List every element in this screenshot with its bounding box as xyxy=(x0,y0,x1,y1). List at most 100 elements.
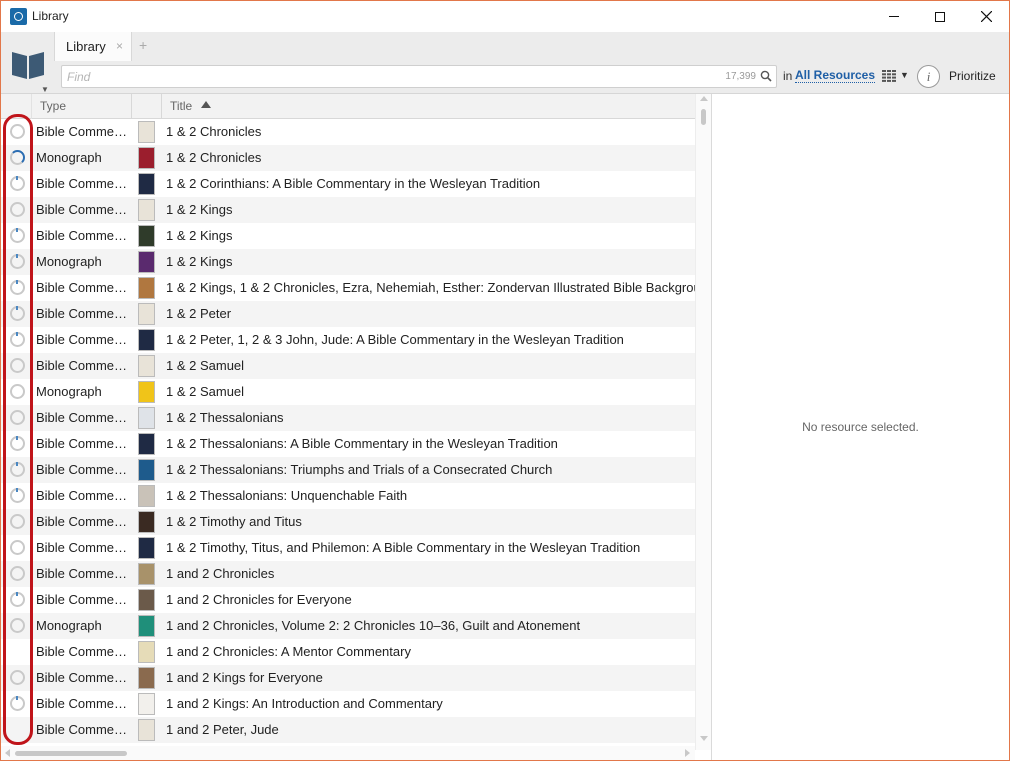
search-icon[interactable] xyxy=(760,70,772,82)
column-divider[interactable] xyxy=(161,94,162,119)
view-options-icon[interactable] xyxy=(882,70,896,82)
table-row[interactable]: Bible Comme… 1 & 2 Kings xyxy=(1,197,695,223)
tab-library[interactable]: Library × xyxy=(54,32,132,61)
type-cell: Bible Comme… xyxy=(36,566,128,581)
search-field[interactable]: 17,399 xyxy=(61,65,777,88)
table-row[interactable]: Bible Comme… 1 and 2 Kings for Everyone xyxy=(1,665,695,691)
type-cell: Bible Comme… xyxy=(36,488,128,503)
table-row[interactable]: Bible Comme… 1 & 2 Thessalonians: Triumph… xyxy=(1,457,695,483)
title-cell: 1 & 2 Kings, 1 & 2 Chronicles, Ezra, Neh… xyxy=(166,280,695,295)
close-icon xyxy=(980,11,992,22)
book-cover-thumbnail xyxy=(138,329,155,351)
table-row[interactable]: Bible Comme… 1 & 2 Thessalonians: Unquenc… xyxy=(1,483,695,509)
table-row[interactable]: Bible Comme… 1 & 2 Corinthians: A Bible C… xyxy=(1,171,695,197)
table-row[interactable]: Bible Comme… 1 & 2 Thessalonians xyxy=(1,405,695,431)
book-cover-thumbnail xyxy=(138,121,155,143)
title-cell: 1 and 2 Kings: An Introduction and Comme… xyxy=(166,696,443,711)
book-cover-thumbnail xyxy=(138,485,155,507)
column-divider[interactable] xyxy=(131,94,132,119)
book-cover-thumbnail xyxy=(138,381,155,403)
book-cover-thumbnail xyxy=(138,459,155,481)
search-input[interactable] xyxy=(67,68,707,86)
maximize-icon xyxy=(935,11,945,22)
minimize-icon xyxy=(889,16,899,17)
type-cell: Monograph xyxy=(36,150,102,165)
table-row[interactable]: Bible Comme… 1 and 2 Chronicles xyxy=(1,561,695,587)
book-cover-thumbnail xyxy=(138,355,155,377)
table-row[interactable]: Bible Comme… 1 & 2 Peter xyxy=(1,301,695,327)
title-cell: 1 & 2 Peter xyxy=(166,306,232,321)
vertical-scrollbar[interactable] xyxy=(695,94,711,750)
status-column-highlight xyxy=(3,114,33,745)
title-cell: 1 & 2 Kings xyxy=(166,254,233,269)
scroll-up-icon[interactable] xyxy=(700,96,708,101)
add-tab-button[interactable]: + xyxy=(139,37,147,53)
table-row[interactable]: Monograph 1 and 2 Chronicles, Volume 2: 2… xyxy=(1,613,695,639)
type-cell: Bible Comme… xyxy=(36,514,128,529)
table-row[interactable]: Monograph 1 & 2 Kings xyxy=(1,249,695,275)
table-row[interactable]: Bible Comme… 1 and 2 Chronicles: A Mentor… xyxy=(1,639,695,665)
table-row[interactable]: Bible Comme… 1 & 2 Chronicles xyxy=(1,119,695,145)
chevron-down-icon[interactable]: ▼ xyxy=(41,85,49,94)
column-header-type[interactable]: Type xyxy=(40,99,66,113)
table-row[interactable]: Monograph 1 & 2 Chronicles xyxy=(1,145,695,171)
minimize-button[interactable] xyxy=(871,1,917,32)
table-row[interactable]: Bible Comme… 1 & 2 Timothy and Titus xyxy=(1,509,695,535)
type-cell: Bible Comme… xyxy=(36,436,128,451)
scrollbar-thumb[interactable] xyxy=(15,751,127,756)
title-cell: 1 & 2 Thessalonians: Unquenchable Faith xyxy=(166,488,408,503)
empty-detail-message: No resource selected. xyxy=(802,420,919,434)
type-cell: Bible Comme… xyxy=(36,332,128,347)
type-cell: Bible Comme… xyxy=(36,202,128,217)
tab-strip: ▼ Library × + 17,399 in All Resources ▼ … xyxy=(1,32,1009,94)
table-row[interactable]: Bible Comme… 1 and 2 Kings: An Introducti… xyxy=(1,691,695,717)
library-book-icon[interactable] xyxy=(11,47,45,81)
title-cell: 1 & 2 Chronicles xyxy=(166,124,262,139)
book-cover-thumbnail xyxy=(138,251,155,273)
table-row[interactable]: Bible Comme… 1 and 2 Chronicles for Every… xyxy=(1,587,695,613)
prioritize-button[interactable]: Prioritize xyxy=(949,69,996,83)
book-cover-thumbnail xyxy=(138,641,155,663)
table-row[interactable]: Bible Comme… 1 and 2 Peter, Jude xyxy=(1,717,695,743)
type-cell: Monograph xyxy=(36,618,102,633)
table-row[interactable]: Bible Comme… 1 & 2 Peter, 1, 2 & 3 John, … xyxy=(1,327,695,353)
table-row[interactable]: Bible Comme… 1 & 2 Timothy, Titus, and Ph… xyxy=(1,535,695,561)
type-cell: Monograph xyxy=(36,254,102,269)
title-cell: 1 and 2 Chronicles, Volume 2: 2 Chronicl… xyxy=(166,618,581,633)
table-row[interactable]: Monograph 1 & 2 Samuel xyxy=(1,379,695,405)
maximize-button[interactable] xyxy=(917,1,963,32)
type-cell: Bible Comme… xyxy=(36,176,128,191)
view-options-chevron-icon[interactable]: ▼ xyxy=(900,70,909,80)
book-cover-thumbnail xyxy=(138,563,155,585)
type-cell: Bible Comme… xyxy=(36,358,128,373)
scroll-down-icon[interactable] xyxy=(700,736,708,741)
close-tab-icon[interactable]: × xyxy=(116,39,123,53)
info-button[interactable]: i xyxy=(917,65,940,88)
library-window: Library ▼ Library × + 17,399 in All Reso… xyxy=(0,0,1010,761)
title-cell: 1 & 2 Peter, 1, 2 & 3 John, Jude: A Bibl… xyxy=(166,332,624,347)
column-header-title[interactable]: Title xyxy=(170,99,192,113)
scope-selector[interactable]: All Resources xyxy=(795,69,876,83)
book-cover-thumbnail xyxy=(138,173,155,195)
scope-prefix: in xyxy=(783,69,793,83)
table-row[interactable]: Bible Comme… 1 & 2 Kings xyxy=(1,223,695,249)
result-count: 17,399 xyxy=(725,71,756,82)
title-cell: 1 & 2 Thessalonians xyxy=(166,410,284,425)
title-cell: 1 and 2 Chronicles for Everyone xyxy=(166,592,352,607)
table-row[interactable]: Bible Comme… 1 & 2 Kings, 1 & 2 Chronicle… xyxy=(1,275,695,301)
table-row[interactable]: Bible Comme… 1 & 2 Samuel xyxy=(1,353,695,379)
book-cover-thumbnail xyxy=(138,537,155,559)
book-cover-thumbnail xyxy=(138,511,155,533)
scroll-right-icon[interactable] xyxy=(685,749,690,757)
scroll-left-icon[interactable] xyxy=(5,749,10,757)
book-cover-thumbnail xyxy=(138,407,155,429)
title-cell: 1 & 2 Thessalonians: A Bible Commentary … xyxy=(166,436,558,451)
scrollbar-thumb[interactable] xyxy=(701,109,706,125)
horizontal-scrollbar[interactable] xyxy=(1,746,695,760)
close-window-button[interactable] xyxy=(963,1,1009,32)
type-cell: Bible Comme… xyxy=(36,540,128,555)
title-cell: 1 & 2 Thessalonians: Triumphs and Trials… xyxy=(166,462,553,477)
title-cell: 1 and 2 Peter, Jude xyxy=(166,722,279,737)
table-row[interactable]: Bible Comme… 1 & 2 Thessalonians: A Bible… xyxy=(1,431,695,457)
type-cell: Monograph xyxy=(36,384,102,399)
